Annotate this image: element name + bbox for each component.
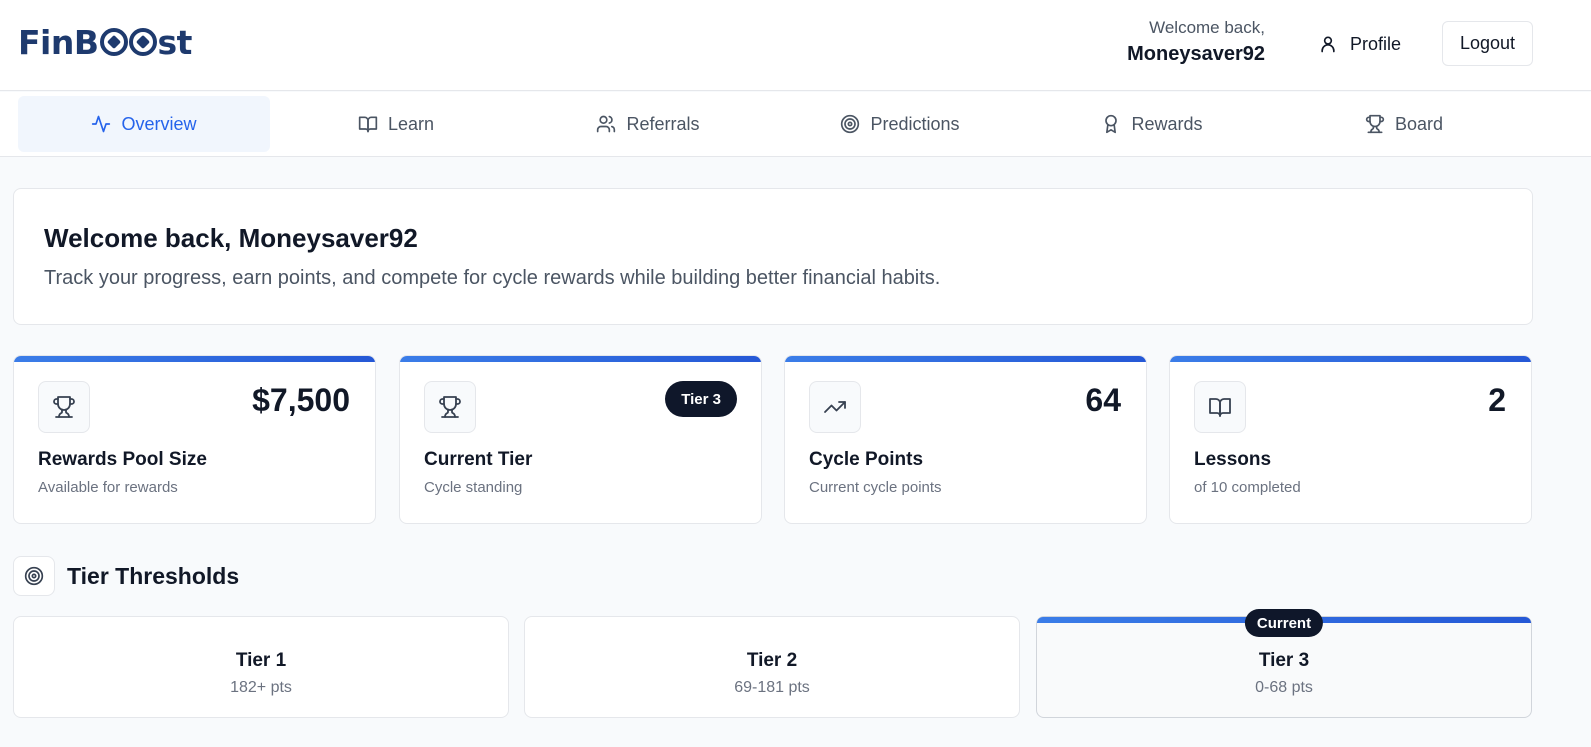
stat-card-rewards-pool: $7,500 Rewards Pool Size Available for r… — [13, 355, 376, 524]
trophy-icon — [38, 381, 90, 433]
stat-title: Cycle Points — [809, 449, 924, 470]
stat-subtitle: Current cycle points — [809, 479, 942, 496]
users-icon — [596, 114, 616, 134]
stat-value: 2 — [1488, 382, 1506, 418]
logo-text-right: st — [157, 22, 193, 62]
tab-label: Board — [1394, 113, 1444, 134]
tier-range: 0-68 pts — [1255, 679, 1313, 696]
card-accent-bar — [14, 356, 375, 362]
trending-up-icon — [809, 381, 861, 433]
tier-name: Tier 2 — [746, 650, 798, 671]
section-title: Tier Thresholds — [67, 562, 240, 589]
target-icon — [840, 114, 860, 134]
stat-card-cycle-points: 64 Cycle Points Current cycle points — [784, 355, 1147, 524]
tab-label: Rewards — [1131, 113, 1203, 134]
main-tabs: Overview Learn Referrals Predictions Rew… — [0, 92, 1591, 157]
tab-label: Predictions — [870, 113, 960, 134]
welcome-greeting: Welcome back, — [1149, 18, 1265, 37]
welcome-card: Welcome back, Moneysaver92 Track your pr… — [13, 188, 1533, 325]
tier-range: 69-181 pts — [734, 679, 810, 696]
tier-name: Tier 1 — [235, 650, 287, 671]
logout-button[interactable]: Logout — [1442, 21, 1533, 66]
app-header: FinB st Welcome back, Moneysaver92 Profi… — [0, 0, 1591, 91]
tier-card-1: Tier 1 182+ pts — [13, 616, 509, 718]
card-accent-bar — [400, 356, 761, 362]
tab-label: Referrals — [626, 113, 700, 134]
stat-card-current-tier: Tier 3 Current Tier Cycle standing — [399, 355, 762, 524]
target-icon — [13, 556, 55, 596]
tab-predictions[interactable]: Predictions — [774, 96, 1026, 152]
tab-overview[interactable]: Overview — [18, 96, 270, 152]
card-accent-bar — [785, 356, 1146, 362]
header-welcome: Welcome back, Moneysaver92 — [1127, 17, 1265, 69]
stat-card-lessons: 2 Lessons of 10 completed — [1169, 355, 1532, 524]
card-accent-bar — [1170, 356, 1531, 362]
logo-oo-mark — [99, 28, 157, 56]
tab-label: Learn — [387, 113, 435, 134]
tier-range: 182+ pts — [230, 679, 292, 696]
tab-label: Overview — [121, 113, 197, 134]
stat-value: 64 — [1085, 382, 1121, 418]
tab-rewards[interactable]: Rewards — [1026, 96, 1278, 152]
stat-value: $7,500 — [252, 382, 350, 418]
welcome-title: Welcome back, Moneysaver92 — [44, 223, 418, 253]
logo-text-left: FinB — [18, 22, 99, 62]
stat-subtitle: Cycle standing — [424, 479, 523, 496]
book-open-icon — [358, 114, 378, 134]
activity-icon — [91, 114, 111, 134]
tab-learn[interactable]: Learn — [270, 96, 522, 152]
tier-thresholds-header: Tier Thresholds — [13, 556, 239, 596]
finboost-logo[interactable]: FinB st — [18, 20, 192, 64]
stat-subtitle: of 10 completed — [1194, 479, 1301, 496]
book-open-icon — [1194, 381, 1246, 433]
stat-title: Rewards Pool Size — [38, 449, 207, 470]
welcome-username: Moneysaver92 — [1127, 43, 1265, 65]
profile-button[interactable]: Profile — [1310, 22, 1420, 66]
tier-badge: Tier 3 — [665, 381, 737, 417]
tier-card-3: Current Tier 3 0-68 pts — [1036, 609, 1532, 718]
tier-card-2: Tier 2 69-181 pts — [524, 616, 1020, 718]
trophy-icon — [1365, 114, 1385, 134]
stat-subtitle: Available for rewards — [38, 479, 178, 496]
trophy-icon — [424, 381, 476, 433]
tier-name: Tier 3 — [1258, 650, 1310, 671]
user-icon — [1318, 34, 1338, 54]
tab-board[interactable]: Board — [1278, 96, 1530, 152]
stat-title: Current Tier — [424, 449, 533, 470]
profile-label: Profile — [1350, 33, 1402, 54]
stat-title: Lessons — [1194, 449, 1272, 470]
award-icon — [1101, 114, 1121, 134]
welcome-subtitle: Track your progress, earn points, and co… — [44, 267, 941, 289]
current-badge: Current — [1244, 609, 1324, 637]
tab-referrals[interactable]: Referrals — [522, 96, 774, 152]
